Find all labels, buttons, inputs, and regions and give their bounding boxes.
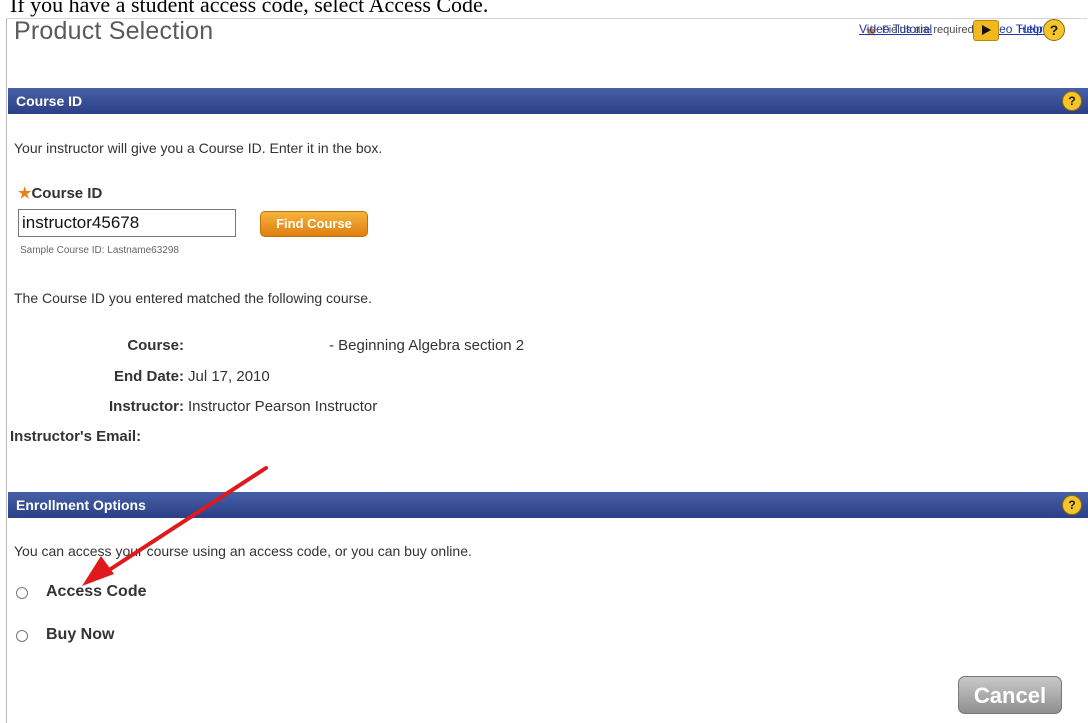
detail-label-end-date: End Date: (113, 368, 184, 385)
course-id-section-bar: Course ID ? (8, 88, 1088, 114)
access-code-label[interactable]: Access Code (46, 583, 147, 601)
help-icon[interactable]: ? (1062, 91, 1082, 111)
course-id-input[interactable] (18, 209, 236, 237)
help-icon[interactable]: ? (1062, 495, 1082, 515)
course-match-text: The Course ID you entered matched the fo… (14, 290, 372, 306)
help-icon[interactable]: ? (1043, 19, 1065, 41)
buy-now-label[interactable]: Buy Now (46, 626, 114, 644)
required-star-icon: ★ (18, 185, 32, 202)
page-title: Product Selection (14, 17, 214, 45)
help-link[interactable]: Help (1018, 22, 1043, 36)
course-id-instructions: Your instructor will give you a Course I… (14, 140, 383, 156)
detail-value-course: - Beginning Algebra section 2 (329, 337, 525, 354)
course-id-section-title: Course ID (16, 93, 83, 109)
detail-value-instructor: Instructor Pearson Instructor (188, 398, 378, 415)
detail-label-instructor: Instructor: (109, 398, 184, 415)
cancel-button[interactable]: Cancel (958, 676, 1062, 714)
video-tutorial-link-visible[interactable]: Video Tutorial (859, 22, 932, 36)
enrollment-options-section-bar: Enrollment Options ? (8, 492, 1088, 518)
instruction-caption: If you have a student access code, selec… (10, 0, 489, 17)
header-links: Video Tutorial Help ? (859, 19, 1087, 44)
detail-value-end-date: Jul 17, 2010 (188, 368, 270, 385)
enrollment-instructions: You can access your course using an acce… (14, 543, 472, 559)
find-course-button[interactable]: Find Course (260, 211, 368, 237)
sample-course-id: Sample Course ID: Lastname63298 (20, 245, 179, 256)
play-icon[interactable] (973, 20, 999, 41)
access-code-radio[interactable] (16, 587, 28, 599)
detail-label-course: Course: (127, 337, 184, 354)
enrollment-options-section-title: Enrollment Options (16, 497, 146, 513)
course-id-label-text: Course ID (31, 185, 103, 202)
play-triangle (982, 25, 991, 35)
buy-now-radio[interactable] (16, 630, 28, 642)
detail-label-email: Instructor's Email: (10, 428, 142, 445)
course-id-field-label: ★Course ID (18, 184, 102, 202)
